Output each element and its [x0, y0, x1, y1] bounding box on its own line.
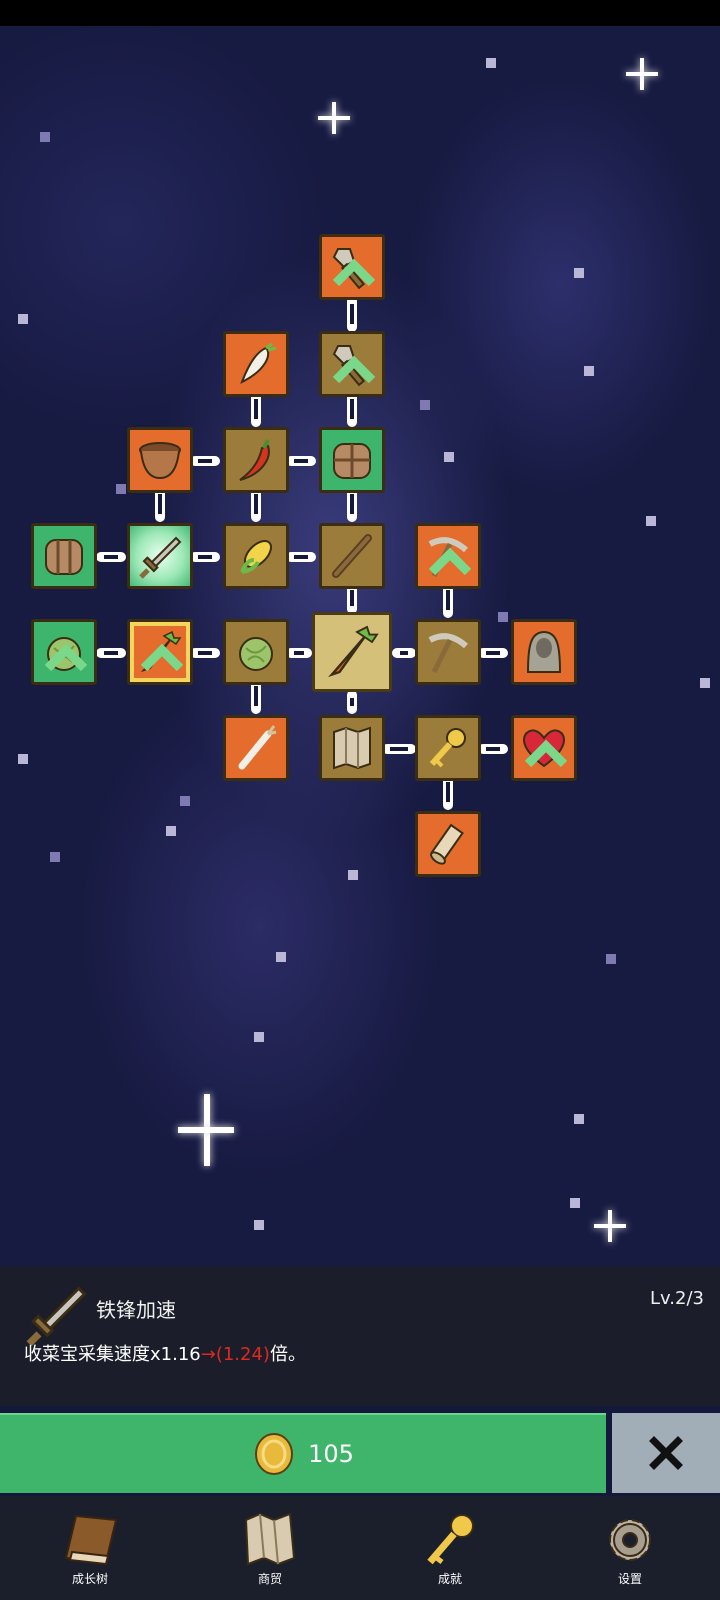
skill-desc-suffix: 倍。 — [269, 1344, 306, 1365]
skill-node-pickaxe[interactable] — [415, 619, 481, 685]
skill-node-corn[interactable] — [223, 523, 289, 589]
skill-node-sword[interactable] — [127, 523, 193, 589]
close-x-icon — [649, 1436, 683, 1470]
skill-tree — [0, 0, 720, 1240]
corn-icon — [240, 540, 272, 574]
skill-node-map[interactable] — [319, 715, 385, 781]
pickaxe-icon — [428, 633, 468, 674]
tree-link — [382, 744, 416, 754]
tree-link — [478, 648, 508, 658]
skill-node-shovel-2[interactable] — [319, 331, 385, 397]
skill-node-backpack[interactable] — [319, 427, 385, 493]
backpack-icon — [333, 443, 371, 479]
nav-label: 商贸 — [257, 1572, 282, 1586]
upgrade-arrow-icon — [524, 739, 568, 768]
wooden-stick-icon — [332, 534, 372, 578]
upgrade-arrow-icon — [140, 643, 184, 672]
skill-detail-panel: 铁锋加速 Lv.2/3 收菜宝采集速度x1.16→(1.24)倍。 — [0, 1266, 720, 1406]
tree-link — [347, 690, 357, 714]
skill-node-leek[interactable] — [223, 715, 289, 781]
map-icon — [333, 726, 371, 770]
skill-node-pickaxe-top[interactable] — [415, 523, 481, 589]
scroll-icon — [430, 823, 464, 865]
upgrade-arrow-icon — [428, 547, 472, 576]
sword-icon — [26, 1286, 87, 1347]
skill-node-pot[interactable] — [127, 427, 193, 493]
tree-link — [190, 456, 220, 466]
tree-link — [190, 552, 220, 562]
skill-node-carrot-framed[interactable] — [127, 619, 193, 685]
upgrade-buy-button[interactable]: 105 — [0, 1413, 606, 1493]
map-icon — [244, 1512, 296, 1566]
upgrade-arrow-icon — [332, 258, 376, 287]
carrot-icon — [328, 625, 379, 678]
skill-node-shovel-top[interactable] — [319, 234, 385, 300]
key-icon — [427, 1514, 474, 1565]
upgrade-arrow-icon — [332, 355, 376, 384]
skill-name: 铁锋加速 — [96, 1298, 176, 1322]
skill-node-heart[interactable] — [511, 715, 577, 781]
nav-settings[interactable]: 设置 — [540, 1496, 720, 1600]
tree-link — [347, 296, 357, 332]
sword-icon — [139, 536, 182, 579]
skill-node-scroll[interactable] — [415, 811, 481, 877]
skill-desc-next-value: (1.24) — [215, 1344, 270, 1365]
chili-pepper-icon — [239, 439, 270, 481]
skill-node-carrot-root[interactable] — [312, 612, 392, 692]
nav-growth-tree[interactable]: 成长树 — [0, 1496, 180, 1600]
skill-node-radish[interactable] — [223, 331, 289, 397]
nav-label: 成长树 — [71, 1572, 108, 1586]
leek-icon — [238, 725, 277, 770]
nav-label: 设置 — [617, 1572, 642, 1586]
tree-link — [478, 744, 508, 754]
skill-node-cabbage[interactable] — [223, 619, 289, 685]
nav-trade[interactable]: 商贸 — [180, 1496, 360, 1600]
skill-node-chili[interactable] — [223, 427, 289, 493]
book-icon — [64, 1514, 118, 1566]
gold-coin-icon — [255, 1433, 294, 1475]
tree-link — [286, 648, 312, 658]
tree-link — [190, 648, 220, 658]
upgrade-price: 105 — [308, 1440, 354, 1468]
tree-link — [286, 456, 316, 466]
tree-link — [96, 648, 126, 658]
upgrade-arrow-icon — [44, 643, 88, 672]
radish-icon — [240, 342, 277, 385]
skill-node-stick[interactable] — [319, 523, 385, 589]
nav-label: 成就 — [437, 1572, 462, 1586]
close-button[interactable] — [612, 1413, 720, 1493]
skill-node-key[interactable] — [415, 715, 481, 781]
backpack-icon — [45, 539, 83, 575]
hooded-figure-icon — [526, 630, 562, 673]
tree-link — [286, 552, 316, 562]
skill-description: 收菜宝采集速度x1.16→(1.24)倍。 — [24, 1340, 306, 1366]
skill-node-backpack-left[interactable] — [31, 523, 97, 589]
skill-level: Lv.2/3 — [650, 1288, 704, 1309]
skill-desc-current: 收菜宝采集速度x1.16 — [24, 1344, 201, 1365]
tree-link — [96, 552, 126, 562]
skill-node-cabbage-left[interactable] — [31, 619, 97, 685]
skill-node-hooded-figure[interactable] — [511, 619, 577, 685]
gear-icon — [609, 1519, 651, 1561]
tree-link — [392, 648, 416, 658]
cabbage-icon — [239, 637, 273, 671]
nav-achievements[interactable]: 成就 — [360, 1496, 540, 1600]
clay-pot-icon — [139, 442, 181, 480]
bottom-nav: 成长树 商贸 成就 设置 — [0, 1496, 720, 1600]
skill-desc-arrow: → — [200, 1344, 216, 1365]
key-icon — [429, 728, 466, 768]
